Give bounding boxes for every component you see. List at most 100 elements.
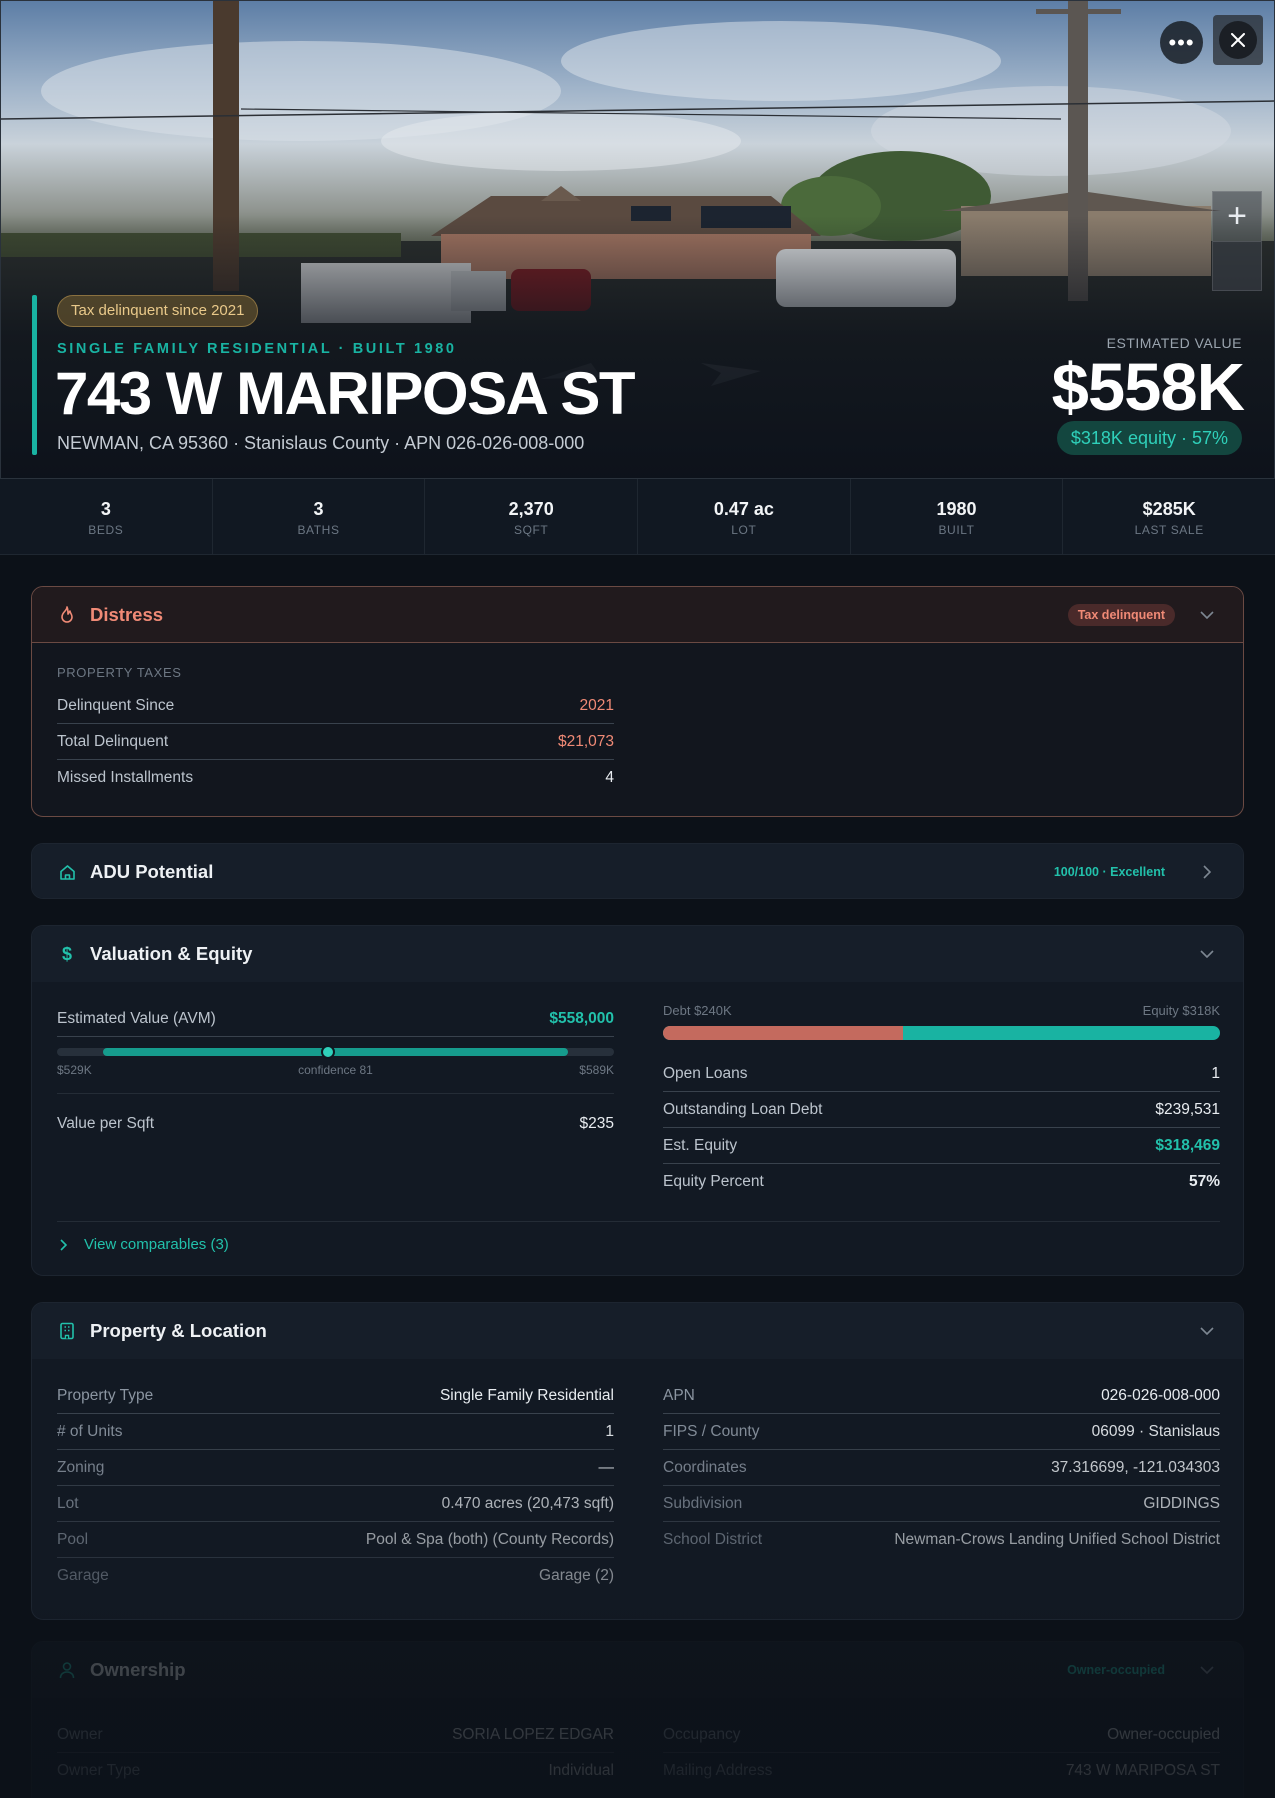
ownership-card: Ownership Owner-occupied Owner SORIA LOPE…: [31, 1641, 1244, 1798]
stat-label: LOT: [731, 523, 757, 537]
avm-range-high: $589K: [579, 1063, 614, 1077]
chevron-down-icon[interactable]: [1197, 1321, 1217, 1341]
property-card-header[interactable]: Property & Location: [32, 1303, 1243, 1359]
chevron-down-icon[interactable]: [1197, 605, 1217, 625]
row-label: Est. Equity: [663, 1136, 738, 1154]
row-value: Garage (2): [539, 1567, 614, 1584]
row-label: Lot: [57, 1494, 79, 1512]
distress-card: Distress Tax delinquent PROPERTY TAXES D…: [31, 586, 1244, 817]
avm-value: $558,000: [549, 1009, 614, 1027]
property-row: Lot 0.470 acres (20,473 sqft): [57, 1486, 614, 1522]
property-row: FIPS / County 06099 · Stanislaus: [663, 1414, 1220, 1450]
row-label: Open Loans: [663, 1064, 748, 1082]
adu-potential-card[interactable]: ADU Potential 100/100 · Excellent: [31, 843, 1244, 899]
row-label: # of Units: [57, 1422, 123, 1440]
property-address: 743 W MARIPOSA ST: [55, 360, 636, 427]
property-subtitle: SINGLE FAMILY RESIDENTIAL · BUILT 1980: [57, 341, 457, 357]
chevron-right-icon[interactable]: [1197, 862, 1217, 882]
row-value: SORIA LOPEZ EDGAR: [452, 1725, 614, 1743]
estimated-value: $558K: [1051, 350, 1245, 425]
view-comparables-link[interactable]: View comparables (3): [60, 1236, 229, 1253]
row-label: Mailing Address: [663, 1762, 773, 1779]
stat-beds: 3 BEDS: [0, 479, 213, 554]
ownership-row: Owner Type Individual: [57, 1753, 614, 1789]
ownership-row: Occupancy Owner-occupied: [663, 1717, 1220, 1753]
hero-accent-bar: [32, 295, 37, 455]
adu-title: ADU Potential: [90, 861, 214, 882]
avm-marker: [320, 1045, 335, 1059]
equity-label: Equity $318K: [1142, 1003, 1220, 1018]
ownership-pill: Owner-occupied: [1067, 1663, 1165, 1677]
debt-fill: [663, 1026, 903, 1040]
debt-equity-bar: [663, 1026, 1220, 1040]
row-value: 57%: [1188, 1173, 1220, 1190]
valuation-title: Valuation & Equity: [90, 943, 253, 964]
row-label: Owner: [57, 1725, 103, 1743]
property-row: Coordinates 37.316699, -121.034303: [663, 1450, 1220, 1486]
row-value: $239,531: [1155, 1100, 1220, 1118]
stat-last-sale: $285K LAST SALE: [1063, 479, 1275, 554]
adu-card-header[interactable]: ADU Potential 100/100 · Excellent: [32, 844, 1243, 898]
row-value: 4: [605, 769, 614, 786]
divider: [57, 1093, 614, 1094]
row-value: Newman-Crows Landing Unified School Dist…: [894, 1531, 1220, 1548]
row-value: Single Family Residential: [439, 1386, 614, 1404]
stat-built: 1980 BUILT: [851, 479, 1064, 554]
row-label: FIPS / County: [663, 1422, 760, 1440]
valuation-equity-card: $ Valuation & Equity Estimated Value (AV…: [31, 925, 1244, 1276]
stat-value: 0.47 ac: [713, 499, 774, 519]
property-row: Property Type Single Family Residential: [57, 1378, 614, 1414]
row-value: Owner-occupied: [1107, 1725, 1220, 1743]
close-button[interactable]: [1213, 15, 1263, 65]
row-label: Subdivision: [663, 1494, 743, 1512]
stat-baths: 3 BATHS: [213, 479, 426, 554]
stat-lot: 0.47 ac LOT: [638, 479, 851, 554]
row-value: 743 W MARIPOSA ST: [1065, 1762, 1220, 1779]
stat-label: BATHS: [297, 523, 340, 537]
stat-label: LAST SALE: [1134, 523, 1204, 537]
tax-delinquent-badge: Tax delinquent since 2021: [57, 295, 259, 327]
equity-row: Outstanding Loan Debt $239,531: [663, 1092, 1220, 1128]
chevron-down-icon[interactable]: [1197, 944, 1217, 964]
distress-pill: Tax delinquent: [1067, 604, 1175, 626]
zoom-in-button[interactable]: +: [1213, 192, 1261, 242]
valuation-card-header[interactable]: $ Valuation & Equity: [32, 926, 1243, 982]
ownership-title: Ownership: [90, 1659, 186, 1680]
value-per-sqft-row: Value per Sqft $235: [57, 1106, 614, 1142]
street-view-hero: ••• + Tax delinquent since 2021 SINGLE F…: [0, 0, 1275, 479]
distress-card-header[interactable]: Distress Tax delinquent: [32, 587, 1243, 643]
chevron-down-icon[interactable]: [1197, 1660, 1217, 1680]
row-value: Pool & Spa (both) (County Records): [365, 1530, 614, 1548]
more-options-button[interactable]: •••: [1160, 21, 1203, 64]
avm-range-track: [57, 1045, 614, 1059]
stat-value: 3: [313, 499, 324, 519]
equity-row: Est. Equity $318,469: [663, 1128, 1220, 1164]
avm-row: Estimated Value (AVM) $558,000: [57, 1001, 614, 1037]
row-label: Owner Type: [57, 1762, 141, 1779]
ownership-row: Owner SORIA LOPEZ EDGAR: [57, 1717, 614, 1753]
divider: [57, 1221, 1220, 1222]
property-row: School District Newman-Crows Landing Unif…: [663, 1522, 1220, 1558]
user-icon: [58, 1661, 76, 1679]
distress-row: Missed Installments 4: [57, 760, 614, 796]
chevron-right-icon: [60, 1238, 68, 1251]
stat-value: $285K: [1142, 499, 1196, 519]
equity-row: Equity Percent 57%: [663, 1164, 1220, 1200]
row-value: 026-026-008-000: [1101, 1386, 1220, 1404]
row-value: 06099 · Stanislaus: [1091, 1422, 1220, 1440]
row-value: —: [598, 1458, 615, 1476]
stats-bar: 3 BEDS 3 BATHS 2,370 SQFT 0.47 ac LOT 1980 BU…: [0, 479, 1275, 555]
stat-value: 1980: [936, 499, 977, 519]
property-row: Garage Garage (2): [57, 1558, 614, 1594]
row-label: Outstanding Loan Debt: [663, 1100, 823, 1118]
stat-sqft: 2,370 SQFT: [425, 479, 639, 554]
property-row: Subdivision GIDDINGS: [663, 1486, 1220, 1522]
row-label: School District: [663, 1531, 763, 1548]
distress-title: Distress: [90, 603, 164, 625]
equity-row: Open Loans 1: [663, 1056, 1220, 1092]
equity-pill: $318K equity · 57%: [1056, 421, 1242, 455]
ownership-card-header[interactable]: Ownership Owner-occupied: [32, 1642, 1243, 1698]
property-title: Property & Location: [90, 1320, 267, 1341]
row-value: 2021: [579, 696, 614, 714]
adu-score: 100/100 · Excellent: [1053, 865, 1165, 879]
